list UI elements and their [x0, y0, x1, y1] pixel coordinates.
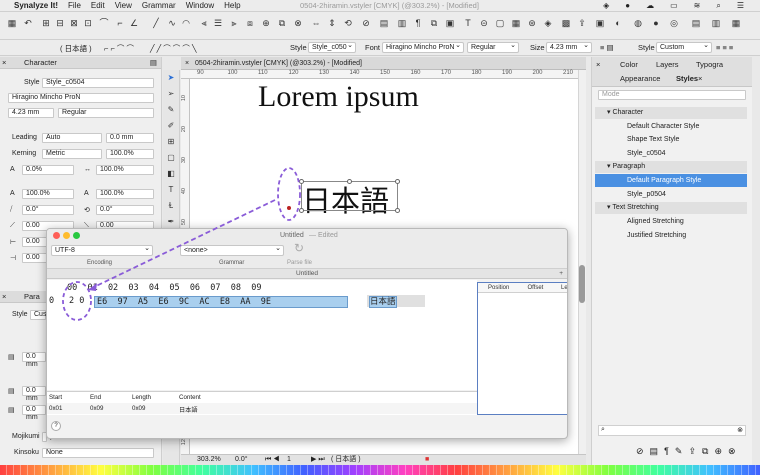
style-import-icon[interactable]: ⇪: [688, 446, 696, 457]
swatch-dividers: [0, 465, 760, 475]
styles-search[interactable]: ⌕ ⊗: [598, 425, 746, 436]
annotation-circle-top: [277, 167, 301, 221]
panel-close-icon[interactable]: ×: [596, 60, 600, 69]
cursor-dot: [287, 206, 291, 210]
style-delete-icon[interactable]: ⊗: [728, 446, 736, 457]
styles-search-clear-icon[interactable]: ⊗: [737, 426, 743, 434]
style-char-icon[interactable]: ▤: [650, 446, 659, 457]
style-para-icon[interactable]: ¶: [664, 446, 669, 457]
tab-layers[interactable]: Layers: [656, 60, 679, 69]
styles-search-icon: ⌕: [601, 426, 605, 433]
style-default-character[interactable]: Default Character Style: [595, 120, 747, 133]
style-edit-icon[interactable]: ✎: [675, 446, 683, 457]
annotation-circle-bottom: [62, 281, 92, 321]
apply-style-icon[interactable]: ⊘: [636, 446, 644, 457]
style-duplicate-icon[interactable]: ⧉: [702, 446, 708, 457]
style-aligned-stretching[interactable]: Aligned Stretching: [595, 215, 747, 228]
panel-tabs: × Color Layers Typogra Appearance Styles…: [592, 57, 752, 87]
tab-styles[interactable]: Styles: [676, 74, 698, 83]
style-default-paragraph[interactable]: Default Paragraph Style: [595, 174, 747, 187]
style-justified-stretching[interactable]: Justified Stretching: [595, 229, 747, 242]
styles-actions: ⊘ ▤ ¶ ✎ ⇪ ⧉ ⊕ ⊗: [636, 446, 736, 457]
annotation-arrow-line: [91, 199, 276, 289]
group-text-stretching-label: Text Stretching: [612, 204, 659, 211]
annotation-arrow-head: [88, 283, 97, 291]
tab-typography[interactable]: Typogra: [696, 60, 723, 69]
styles-panel: × Color Layers Typogra Appearance Styles…: [591, 57, 752, 465]
mode-select[interactable]: Mode: [598, 90, 746, 100]
group-paragraph[interactable]: ▾ Paragraph: [595, 161, 747, 173]
tab-appearance[interactable]: Appearance: [620, 74, 660, 83]
style-p0504[interactable]: Style_p0504: [595, 188, 747, 201]
tab-styles-close-icon[interactable]: ×: [698, 74, 702, 83]
group-character[interactable]: ▾ Character: [595, 107, 747, 119]
group-text-stretching[interactable]: ▾ Text Stretching: [595, 202, 747, 214]
style-shape-text[interactable]: Shape Text Style: [595, 133, 747, 146]
style-c0504[interactable]: Style_c0504: [595, 147, 747, 160]
group-character-label: Character: [612, 109, 644, 116]
group-paragraph-label: Paragraph: [612, 163, 646, 170]
tab-color[interactable]: Color: [620, 60, 638, 69]
style-add-icon[interactable]: ⊕: [714, 446, 722, 457]
